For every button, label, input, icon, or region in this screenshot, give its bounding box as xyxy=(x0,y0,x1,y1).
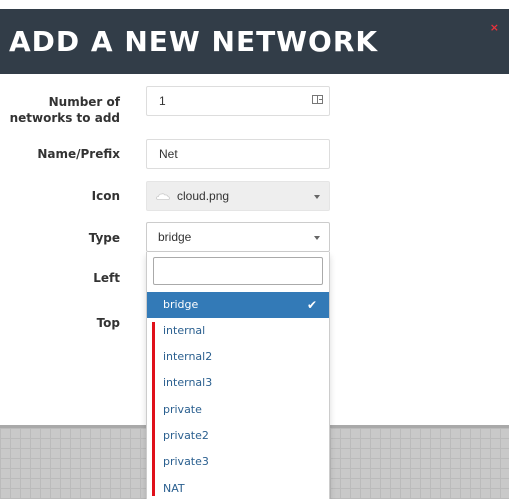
dropdown-option-internal3[interactable]: internal3 xyxy=(147,370,329,396)
count-label-line2: networks to add xyxy=(9,111,120,125)
name-prefix-value: Net xyxy=(159,147,178,161)
network-count-value: 1 xyxy=(159,94,166,108)
dropdown-option-nat[interactable]: NAT xyxy=(147,476,329,499)
name-prefix-input[interactable]: Net xyxy=(146,139,330,169)
icon-label: Icon xyxy=(91,189,120,203)
chevron-down-icon xyxy=(314,236,320,240)
icon-select-value: cloud.png xyxy=(177,189,230,203)
dropdown-option-private[interactable]: private xyxy=(147,397,329,423)
dropdown-option-internal2[interactable]: internal2 xyxy=(147,344,329,370)
modal-title: ADD A NEW NETWORK xyxy=(9,25,379,58)
type-label: Type xyxy=(88,231,120,245)
close-icon[interactable]: × xyxy=(490,21,499,34)
network-count-stepper[interactable]: 1 xyxy=(146,86,330,116)
stepper-icon[interactable] xyxy=(312,95,323,104)
left-label: Left xyxy=(93,271,120,285)
icon-select[interactable]: cloud.png xyxy=(146,181,330,211)
count-label: Number of networks to add xyxy=(10,94,120,126)
type-dropdown: bridge ✔ internal internal2 internal3 pr… xyxy=(146,252,330,499)
dropdown-search-input[interactable] xyxy=(153,257,323,285)
type-select[interactable]: bridge xyxy=(146,222,330,252)
name-label: Name/Prefix xyxy=(37,147,120,161)
type-select-value: bridge xyxy=(158,230,192,244)
chevron-down-icon xyxy=(314,195,320,199)
count-label-line1: Number of xyxy=(48,95,120,109)
dropdown-option-bridge[interactable]: bridge ✔ xyxy=(147,292,329,318)
highlight-bar xyxy=(152,322,155,496)
check-icon: ✔ xyxy=(306,298,317,312)
dropdown-option-internal[interactable]: internal xyxy=(147,318,329,344)
top-label: Top xyxy=(96,316,120,330)
modal-header: ADD A NEW NETWORK × xyxy=(0,0,509,74)
dropdown-option-private2[interactable]: private2 xyxy=(147,423,329,449)
dropdown-option-private3[interactable]: private3 xyxy=(147,449,329,475)
cloud-icon xyxy=(156,193,170,200)
